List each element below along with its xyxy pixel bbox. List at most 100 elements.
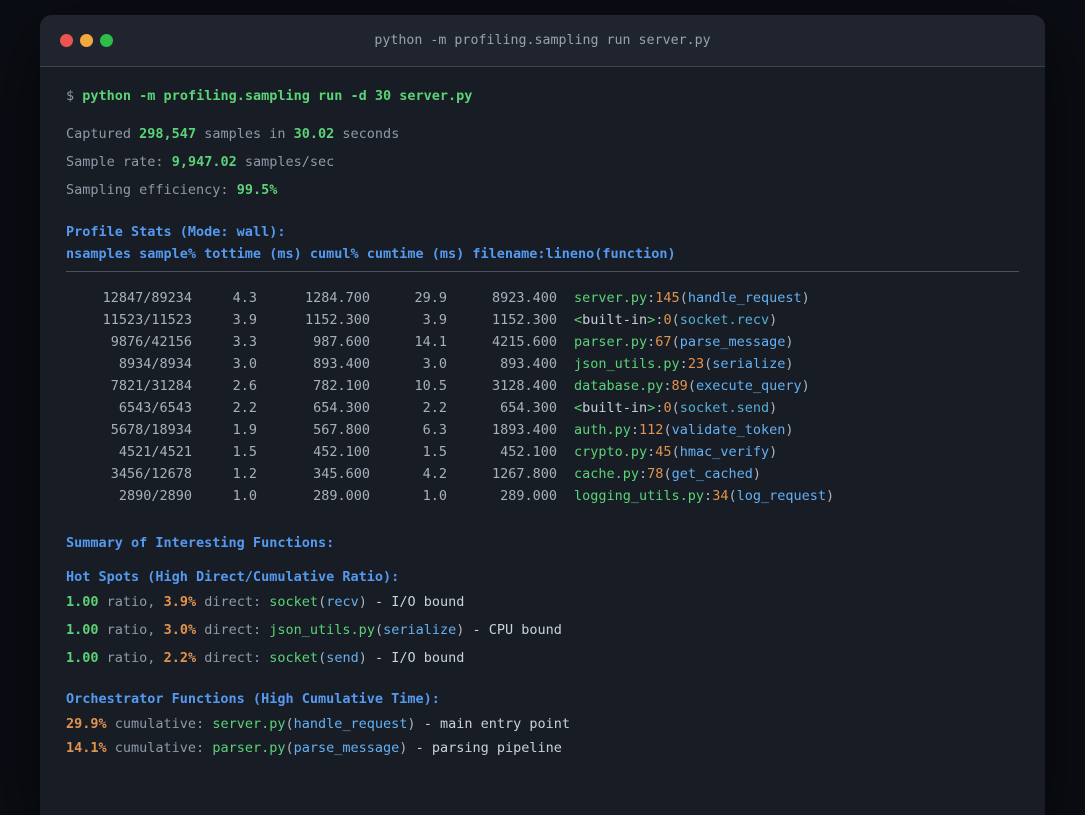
line-number: 23 (687, 356, 705, 372)
function-cell: parser.py:67(parse_message) (574, 331, 794, 353)
orchestrators-heading: Orchestrator Functions (High Cumulative … (66, 691, 440, 707)
minimize-button-icon[interactable] (80, 34, 93, 47)
captured-seconds-value: 30.02 (293, 126, 335, 142)
tottime-cell: 452.100 (313, 444, 370, 460)
function-name: recv (326, 594, 359, 610)
open-paren: ( (318, 594, 327, 610)
filename: auth.py (574, 422, 631, 438)
line-number: 67 (655, 334, 672, 350)
cumul-pct-cell: 1.5 (422, 444, 447, 460)
hot-spot-item: 1.00 ratio, 3.9% direct: socket(recv) - … (66, 593, 1019, 611)
close-paren: ) (407, 716, 416, 732)
table-row: 9876/42156 3.3 987.600 14.1 4215.600 parser.p… (66, 331, 1019, 353)
cumtime-cell: 893.400 (500, 356, 557, 372)
function-cell: <built-in>:0(socket.send) (574, 397, 777, 419)
close-paren: ) (785, 334, 794, 350)
window-title: python -m profiling.sampling run server.… (374, 33, 711, 48)
orchestrator-note: - main entry point (423, 716, 571, 732)
cumtime-cell: 4215.600 (491, 334, 557, 350)
cumtime-cell: 289.000 (500, 488, 557, 504)
function-cell: logging_utils.py:34(log_request) (574, 485, 834, 507)
open-paren: ( (687, 378, 696, 394)
cumul-pct-cell: 1.0 (422, 488, 447, 504)
nsamples-cell: 9876/42156 (110, 334, 192, 350)
maximize-button-icon[interactable] (100, 34, 113, 47)
cumtime-cell: 3128.400 (491, 378, 557, 394)
close-paren: ) (456, 622, 465, 638)
tottime-cell: 987.600 (313, 334, 370, 350)
open-paren: ( (671, 400, 680, 416)
close-paren: ) (752, 466, 761, 482)
direct-label: direct: (204, 594, 262, 610)
terminal-window: python -m profiling.sampling run server.… (40, 15, 1045, 815)
line-number: 89 (671, 378, 688, 394)
sample-rate-line: Sample rate: 9,947.02 samples/sec (66, 153, 1019, 171)
table-row: 3456/12678 1.2 345.600 4.2 1267.800 cache.py:… (66, 463, 1019, 485)
hot-spot-note: - I/O bound (375, 594, 465, 610)
table-row: 2890/2890 1.0 289.000 1.0 289.000 logging_uti… (66, 485, 1019, 507)
open-paren: ( (671, 334, 680, 350)
filename: socket (269, 594, 319, 610)
open-paren: ( (318, 650, 327, 666)
function-name: handle_request (293, 716, 408, 732)
direct-label: direct: (204, 622, 262, 638)
function-cell: database.py:89(execute_query) (574, 375, 810, 397)
line-number: 45 (655, 444, 672, 460)
close-button-icon[interactable] (60, 34, 73, 47)
function-name: hmac_verify (679, 444, 770, 460)
open-paren: ( (374, 622, 384, 638)
colon: : (679, 356, 688, 372)
nsamples-cell: 8934/8934 (118, 356, 192, 372)
colon: : (704, 488, 713, 504)
nsamples-cell: 6543/6543 (118, 400, 192, 416)
function-name: send (326, 650, 359, 666)
line-number: 0 (663, 312, 672, 328)
open-paren: ( (663, 466, 672, 482)
function-cell: json_utils.py:23(serialize) (574, 353, 794, 375)
nsamples-cell: 12847/89234 (102, 290, 192, 306)
function-name: validate_token (671, 422, 786, 438)
orchestrator-item: 29.9% cumulative: server.py(handle_reque… (66, 715, 1019, 733)
nsamples-cell: 11523/11523 (102, 312, 192, 328)
table-row: 5678/18934 1.9 567.800 6.3 1893.400 auth.py:1… (66, 419, 1019, 441)
function-name: socket.recv (679, 312, 770, 328)
cumul-pct-cell: 3.0 (422, 356, 447, 372)
filename: server.py (574, 290, 648, 306)
hot-spots-heading: Hot Spots (High Direct/Cumulative Ratio)… (66, 569, 400, 585)
ratio-label: ratio, (106, 594, 156, 610)
captured-samples-value: 298,547 (139, 126, 197, 142)
open-paren: ( (285, 716, 294, 732)
nsamples-cell: 7821/31284 (110, 378, 192, 394)
table-row: 8934/8934 3.0 893.400 3.0 893.400 json_utils.… (66, 353, 1019, 375)
ratio-value: 1.00 (66, 594, 99, 610)
close-paren: ) (769, 312, 778, 328)
tottime-cell: 654.300 (313, 400, 370, 416)
orchestrators-list: 29.9% cumulative: server.py(handle_reque… (66, 715, 1019, 757)
prompt-symbol: $ (66, 88, 75, 104)
sample-pct-cell: 3.9 (232, 312, 257, 328)
function-name: parse_message (679, 334, 786, 350)
tottime-cell: 1152.300 (304, 312, 370, 328)
close-paren: ) (358, 650, 367, 666)
line-number: 34 (712, 488, 729, 504)
cumul-pct-cell: 29.9 (414, 290, 447, 306)
title-bar[interactable]: python -m profiling.sampling run server.… (40, 15, 1045, 67)
close-paren: ) (801, 290, 810, 306)
table-row: 7821/31284 2.6 782.100 10.5 3128.400 database… (66, 375, 1019, 397)
tottime-cell: 1284.700 (304, 290, 370, 306)
function-name: parse_message (293, 740, 400, 756)
table-columns-header: nsamples sample% tottime (ms) cumul% cum… (66, 246, 676, 262)
cumul-pct-cell: 6.3 (422, 422, 447, 438)
function-cell: auth.py:112(validate_token) (574, 419, 794, 441)
tottime-cell: 782.100 (313, 378, 370, 394)
filename: parser.py (212, 740, 286, 756)
profile-stats-heading: Profile Stats (Mode: wall): (66, 224, 286, 240)
cumul-pct-cell: 2.2 (422, 400, 447, 416)
sample-pct-cell: 1.0 (232, 488, 257, 504)
table-divider (66, 271, 1019, 272)
hot-spot-item: 1.00 ratio, 2.2% direct: socket(send) - … (66, 649, 1019, 667)
cumul-pct-cell: 4.2 (422, 466, 447, 482)
cumtime-cell: 1893.400 (491, 422, 557, 438)
direct-pct-value: 2.2% (163, 650, 197, 666)
nsamples-cell: 2890/2890 (118, 488, 192, 504)
